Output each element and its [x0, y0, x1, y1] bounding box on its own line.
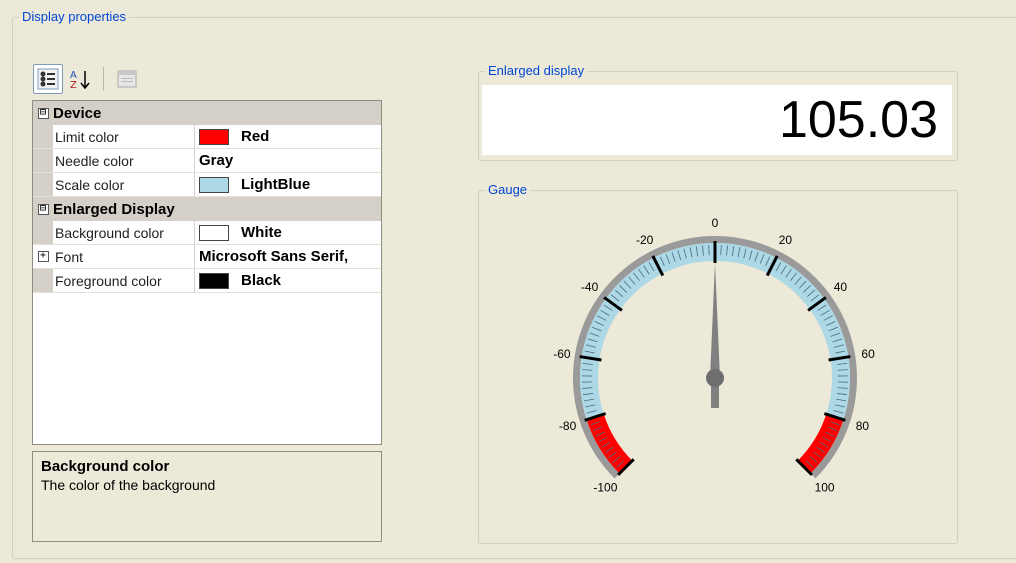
enlarged-display-title: Enlarged display: [485, 63, 588, 78]
gauge-tick-label: -60: [553, 347, 571, 361]
property-grid-toolbar: A Z: [33, 62, 142, 96]
help-title: Background color: [41, 458, 170, 475]
expand-icon[interactable]: +: [37, 251, 49, 262]
gauge-tick-label: 0: [712, 216, 719, 230]
gauge-hub: [706, 369, 724, 387]
property-grid[interactable]: ⊟ Device Limit color Red Needle color Gr…: [32, 100, 382, 445]
property-value[interactable]: Gray: [199, 152, 233, 169]
property-value[interactable]: LightBlue: [241, 176, 310, 193]
collapse-icon[interactable]: ⊟: [37, 107, 49, 119]
category-label: Device: [53, 104, 102, 122]
property-pages-button[interactable]: [112, 64, 142, 94]
alphabetical-sort-icon: A Z: [70, 70, 90, 90]
toolbar-separator: [103, 67, 104, 91]
property-value[interactable]: Microsoft Sans Serif,: [199, 248, 348, 265]
property-name: Foreground color: [53, 269, 195, 292]
gauge-tick-label: 40: [834, 280, 848, 294]
property-row-needle-color[interactable]: Needle color Gray: [33, 149, 381, 173]
property-row-font[interactable]: + Font Microsoft Sans Serif,: [33, 245, 381, 269]
gauge-tick-label: -40: [581, 280, 599, 294]
property-row-foreground-color[interactable]: Foreground color Black: [33, 269, 381, 293]
category-device[interactable]: ⊟ Device: [33, 101, 381, 125]
property-name: Limit color: [53, 125, 195, 148]
color-swatch: [199, 224, 229, 241]
gauge-tick-label: 80: [856, 419, 870, 433]
svg-text:Z: Z: [70, 80, 77, 90]
alphabetical-button[interactable]: A Z: [65, 64, 95, 94]
property-name: Font: [53, 245, 195, 268]
property-value[interactable]: Black: [241, 272, 281, 289]
property-name: Needle color: [53, 149, 195, 172]
color-swatch: [199, 128, 229, 145]
help-description: The color of the background: [41, 477, 216, 493]
property-row-limit-color[interactable]: Limit color Red: [33, 125, 381, 149]
color-swatch: [199, 176, 229, 193]
property-row-background-color[interactable]: Background color White: [33, 221, 381, 245]
property-row-scale-color[interactable]: Scale color LightBlue: [33, 173, 381, 197]
property-pages-icon: [117, 70, 137, 88]
gauge-tick-label: 20: [779, 233, 793, 247]
property-help-panel: Background color The color of the backgr…: [32, 451, 382, 542]
categorized-button[interactable]: [33, 64, 63, 94]
category-label: Enlarged Display: [53, 200, 175, 218]
gauge-tick-label: -80: [559, 419, 577, 433]
gauge-title: Gauge: [485, 182, 531, 197]
collapse-icon[interactable]: ⊟: [37, 203, 49, 215]
display-properties-title: Display properties: [19, 9, 130, 24]
property-name: Background color: [53, 221, 195, 244]
enlarged-display-value: 105.03: [482, 85, 952, 155]
property-value[interactable]: Red: [241, 128, 269, 145]
gauge-tick-label: 60: [861, 347, 875, 361]
property-value[interactable]: White: [241, 224, 282, 241]
property-name: Scale color: [53, 173, 195, 196]
gauge-tick-label: -100: [593, 481, 617, 495]
gauge: -100 -80 -60 -40 -20 0 20 40 60 80 100: [553, 216, 875, 495]
color-swatch: [199, 272, 229, 289]
gauge-needle: [710, 263, 720, 378]
gauge-tick-label: 100: [815, 481, 835, 495]
category-enlarged-display[interactable]: ⊟ Enlarged Display: [33, 197, 381, 221]
gauge-tick-label: -20: [636, 233, 654, 247]
categorized-icon: [37, 68, 59, 90]
